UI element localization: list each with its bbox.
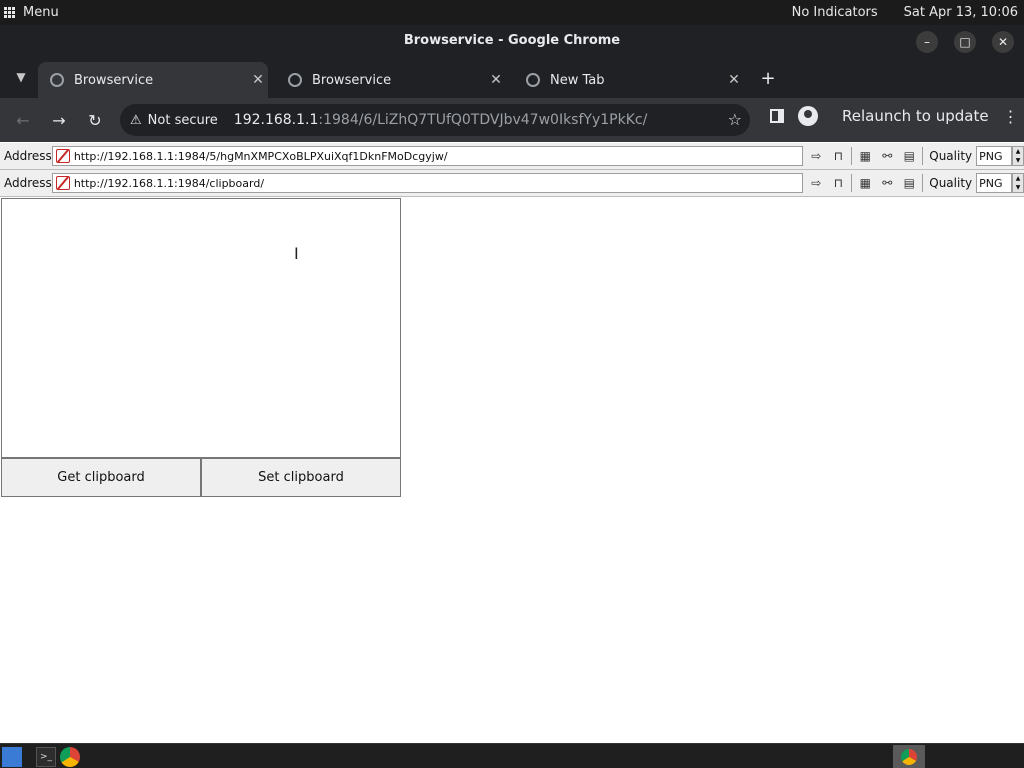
reload-icon[interactable]: ↻ [81,106,109,134]
window-title: Browservice - Google Chrome [403,33,621,48]
chrome-icon [526,73,540,87]
address-label: Address [4,149,52,163]
address-url: http://192.168.1.1:1984/clipboard/ [73,176,265,190]
go-arrow-icon[interactable]: ⇨ [807,174,825,192]
toolbar-separator [922,147,924,165]
quality-select[interactable]: PNG [976,146,1013,166]
back-arrow-icon[interactable]: ← [9,106,37,134]
clipboard-icon[interactable]: ▤ [900,147,918,165]
address-url: http://192.168.1.1:1984/5/hgMnXMPCXoBLPX… [73,149,448,163]
clipboard-icon[interactable]: ▤ [900,174,918,192]
tab-strip: ▼ Browservice ✕ Browservice ✕ New Tab ✕ … [0,56,1024,98]
maximize-icon[interactable]: □ [954,31,976,53]
system-menu-button[interactable]: Menu [0,5,59,20]
new-tab-plus-icon[interactable]: + [756,66,780,90]
tab-label: New Tab [550,72,605,88]
show-desktop-icon[interactable] [2,747,22,767]
clock[interactable]: Sat Apr 13, 10:06 [904,5,1018,20]
close-window-icon[interactable]: ✕ [992,31,1014,53]
close-tab-icon[interactable]: ✕ [248,72,268,88]
browservice-address-bar-2: Address http://192.168.1.1:1984/clipboar… [0,170,1024,197]
toolbar-separator [851,174,853,192]
find-binoculars-icon[interactable]: ⚯ [878,147,896,165]
warning-triangle-icon: ⚠ [130,112,142,128]
get-clipboard-button[interactable]: Get clipboard [1,458,201,497]
menu-label: Menu [23,5,59,20]
page-viewport: Address http://192.168.1.1:1984/5/hgMnXM… [0,142,1024,743]
bookmarks-list-icon[interactable]: ▦ [856,174,874,192]
address-label: Address [4,176,52,190]
quality-select[interactable]: PNG [976,173,1013,193]
quality-spinner[interactable]: ▲ ▼ [1012,173,1024,193]
find-binoculars-icon[interactable]: ⚯ [878,174,896,192]
chrome-launcher-icon[interactable] [60,747,80,767]
close-tab-icon[interactable]: ✕ [486,72,506,88]
tab-browservice-1[interactable]: Browservice ✕ [38,62,268,98]
no-image-icon [55,149,70,163]
browser-toolbar: ← → ↻ ⚠ Not secure 192.168.1.1:1984/6/Li… [0,98,1024,142]
relaunch-to-update-button[interactable]: Relaunch to update [842,107,989,125]
system-top-bar: Menu No Indicators Sat Apr 13, 10:06 [0,0,1024,25]
bookmark-star-icon[interactable]: ☆ [728,110,742,129]
tab-label: Browservice [312,72,392,88]
minimize-icon[interactable]: – [916,31,938,53]
clipboard-textarea[interactable] [1,198,401,458]
quality-label: Quality [929,149,973,163]
text-cursor-icon: I [294,244,299,263]
toolbar-separator [922,174,924,192]
go-arrow-icon[interactable]: ⇨ [807,147,825,165]
toolbar-separator [851,147,853,165]
close-tab-icon[interactable]: ✕ [724,72,744,88]
globe-icon [50,73,64,87]
bookmark-icon[interactable]: ⊓ [829,147,847,165]
indicators-label[interactable]: No Indicators [792,5,878,20]
chrome-window-button[interactable] [893,745,925,768]
globe-icon [288,73,302,87]
security-label[interactable]: Not secure [148,113,218,128]
omnibox-host: 192.168.1.1 [233,112,319,128]
forward-arrow-icon[interactable]: → [45,106,73,134]
bookmark-icon[interactable]: ⊓ [829,174,847,192]
quality-spinner[interactable]: ▲ ▼ [1012,146,1024,166]
address-input[interactable]: http://192.168.1.1:1984/clipboard/ [51,173,804,193]
terminal-icon[interactable]: >_ [36,747,56,767]
side-panel-icon[interactable] [770,109,784,123]
omnibox[interactable]: ⚠ Not secure 192.168.1.1:1984/6/LiZhQ7TU… [120,104,750,136]
omnibox-path: :1984/6/LiZhQ7TUfQ0TDVJbv47w0IksfYy1PkKc… [318,112,648,128]
quality-label: Quality [929,176,973,190]
no-image-icon [55,176,70,190]
bookmarks-list-icon[interactable]: ▦ [856,147,874,165]
chrome-icon [901,748,917,765]
browservice-address-bar-1: Address http://192.168.1.1:1984/5/hgMnXM… [0,143,1024,170]
profile-icon[interactable] [798,106,818,126]
tab-new-tab[interactable]: New Tab ✕ [514,62,744,98]
apps-grid-icon [4,7,15,18]
window-title-bar: Browservice - Google Chrome – □ ✕ [0,25,1024,56]
tab-browservice-2[interactable]: Browservice ✕ [276,62,506,98]
tab-label: Browservice [74,72,154,88]
set-clipboard-button[interactable]: Set clipboard [201,458,401,497]
more-menu-icon[interactable]: ⋮ [1003,107,1019,126]
address-input[interactable]: http://192.168.1.1:1984/5/hgMnXMPCXoBLPX… [51,146,804,166]
taskbar: >_ [0,743,1024,768]
tab-search-chevron-icon[interactable]: ▼ [10,66,32,88]
